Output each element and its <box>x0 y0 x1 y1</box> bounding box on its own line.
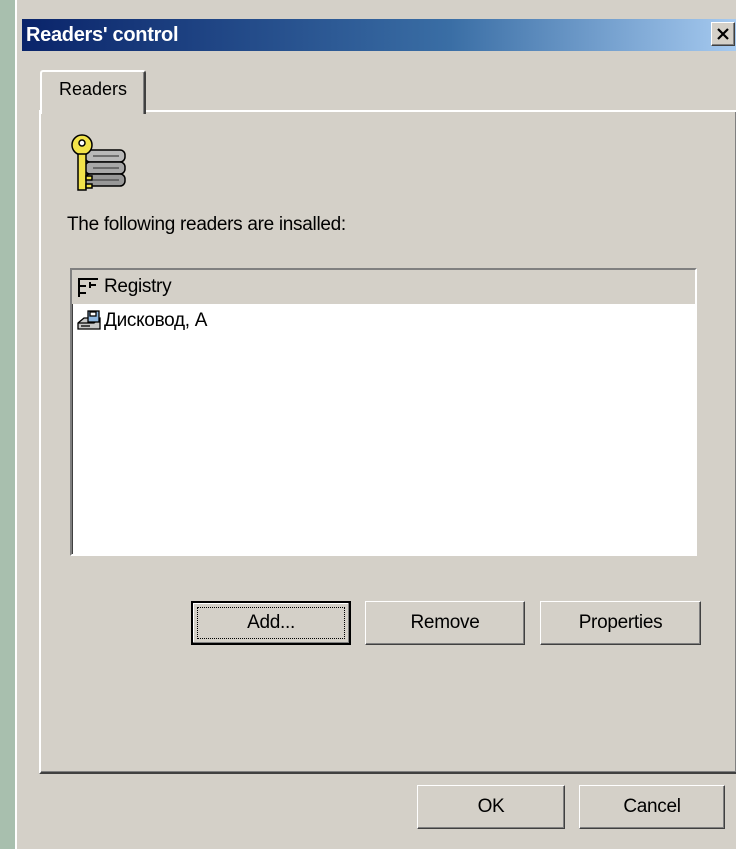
list-item-registry[interactable]: Registry <box>72 270 695 304</box>
remove-button-label: Remove <box>410 612 480 633</box>
cancel-button-label: Cancel <box>623 796 681 817</box>
focus-rectangle <box>197 607 345 639</box>
readers-list[interactable]: Registry Дисковод, A <box>70 268 697 556</box>
remove-button[interactable]: Remove <box>365 601 525 645</box>
close-icon <box>717 28 729 40</box>
tab-readers[interactable]: Readers <box>40 70 146 114</box>
list-item-floppy[interactable]: Дисковод, A <box>72 304 695 338</box>
reader-name: Registry <box>104 276 172 297</box>
ok-button-label: OK <box>477 796 505 817</box>
reader-name: Дисковод, A <box>104 310 208 331</box>
readers-control-dialog: Readers' control Readers The following r… <box>15 0 736 849</box>
properties-button-label: Properties <box>578 612 663 633</box>
title-bar[interactable]: Readers' control <box>22 19 736 51</box>
window-title: Readers' control <box>26 23 179 46</box>
floppy-drive-icon <box>76 309 102 333</box>
readers-description: The following readers are insalled: <box>67 214 346 235</box>
add-button[interactable]: Add... <box>191 601 351 645</box>
registry-icon <box>76 275 102 299</box>
ok-button[interactable]: OK <box>417 785 565 829</box>
tab-readers-label: Readers <box>58 79 128 99</box>
cancel-button[interactable]: Cancel <box>579 785 725 829</box>
close-button[interactable] <box>711 22 735 46</box>
key-server-icon <box>71 134 126 191</box>
properties-button[interactable]: Properties <box>540 601 701 645</box>
